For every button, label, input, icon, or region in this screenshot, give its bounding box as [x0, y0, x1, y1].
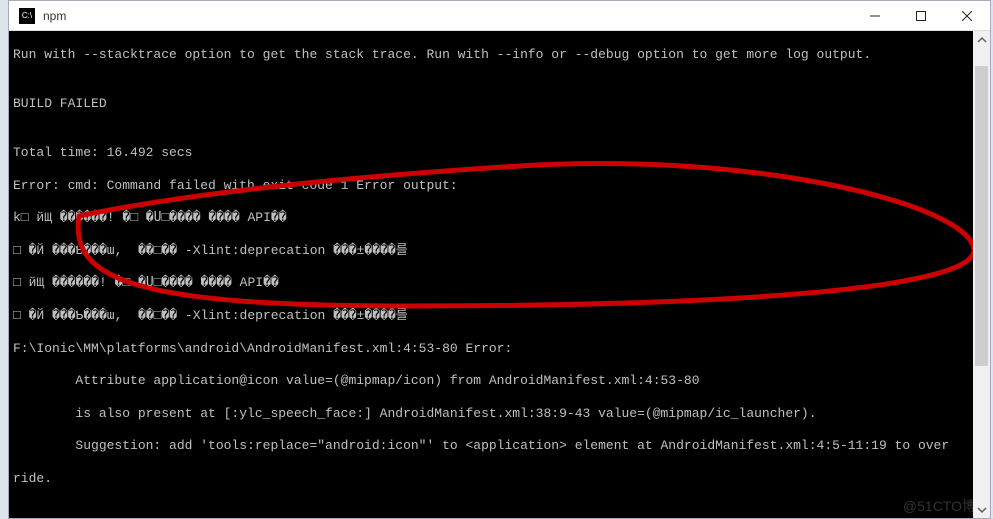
- minimize-button[interactable]: [852, 1, 898, 30]
- chevron-down-icon: [977, 505, 987, 515]
- output-line: Error: cmd: Command failed with exit cod…: [13, 178, 986, 194]
- titlebar: C:\ npm: [9, 1, 990, 31]
- output-line: Run with --stacktrace option to get the …: [13, 47, 986, 63]
- scroll-thumb[interactable]: [975, 66, 988, 366]
- scroll-up-button[interactable]: [973, 31, 990, 48]
- close-button[interactable]: [944, 1, 990, 30]
- vertical-scrollbar[interactable]: [973, 31, 990, 518]
- output-line: □ �Й ���Ƅ���ɯ, ��□�� -Xlint:deprecation …: [13, 308, 986, 324]
- maximize-button[interactable]: [898, 1, 944, 30]
- output-line: F:\Ionic\MM\platforms\android\AndroidMan…: [13, 341, 986, 357]
- output-line: is also present at [:ylc_speech_face:] A…: [13, 406, 986, 422]
- minimize-icon: [870, 11, 880, 21]
- output-line: k□ йЩ ������! �□ �𝚄□���� ���� API��: [13, 210, 986, 226]
- watermark: @51CTO博: [903, 498, 976, 514]
- scroll-down-button[interactable]: [973, 501, 990, 518]
- output-line: □ �Й ���Ƅ���ɯ, ��□�� -Xlint:deprecation …: [13, 243, 986, 259]
- output-line: □ йЩ ������! �□ �𝚄□���� ���� API��: [13, 275, 986, 291]
- window-title: npm: [43, 9, 852, 23]
- output-line: Attribute application@icon value=(@mipma…: [13, 373, 986, 389]
- output-line: Suggestion: add 'tools:replace="android:…: [13, 438, 986, 454]
- chevron-up-icon: [977, 35, 987, 45]
- cmd-icon: C:\: [19, 8, 35, 24]
- npm-window: C:\ npm Run with --stacktrace option to …: [8, 0, 991, 519]
- output-line: Total time: 16.492 secs: [13, 145, 986, 161]
- terminal-body[interactable]: Run with --stacktrace option to get the …: [9, 31, 990, 518]
- output-line: ride.: [13, 471, 986, 487]
- output-line: BUILD FAILED: [13, 96, 986, 112]
- close-icon: [962, 11, 972, 21]
- window-controls: [852, 1, 990, 30]
- maximize-icon: [916, 11, 926, 21]
